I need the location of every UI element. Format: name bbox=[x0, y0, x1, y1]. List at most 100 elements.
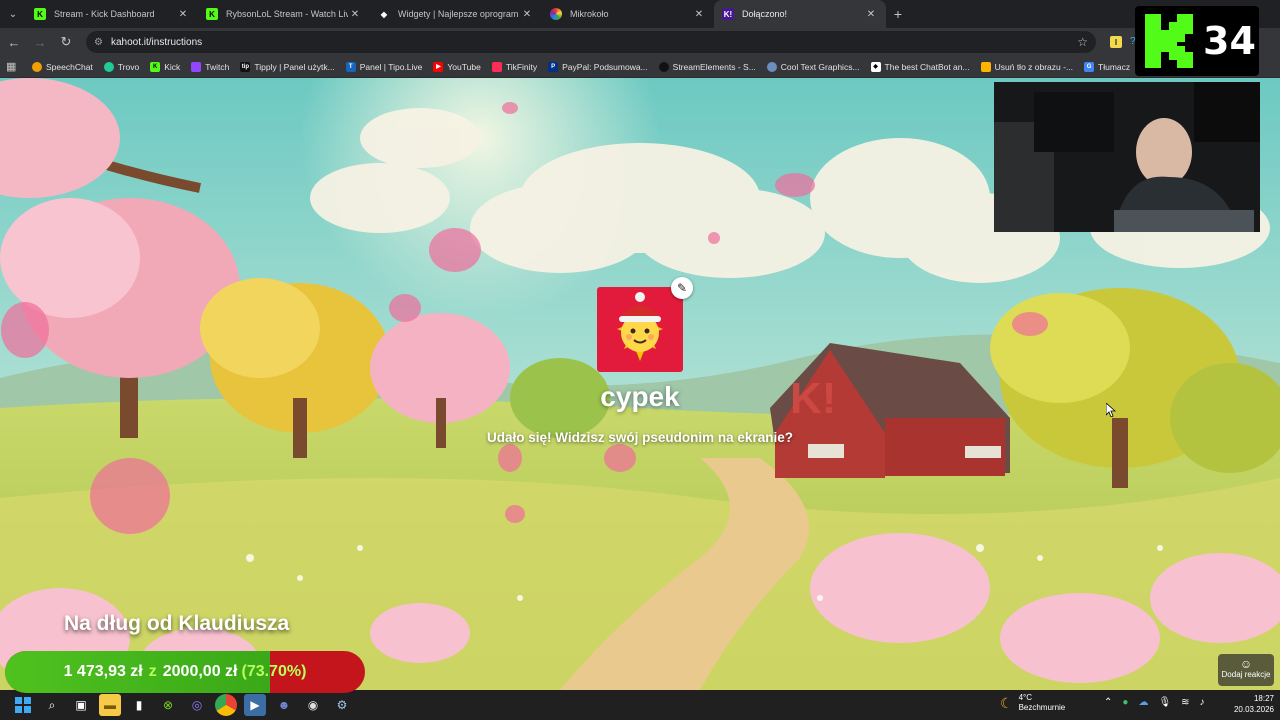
bookmark-star-icon[interactable]: ☆ bbox=[1077, 35, 1088, 49]
wheel-icon bbox=[550, 8, 562, 20]
browser-toolbar: ← → ↻ ⚙ kahoot.it/instructions ☆ l ? bbox=[0, 28, 1280, 56]
bookmark-tikfinity[interactable]: TikFinity bbox=[491, 61, 538, 72]
sun-avatar-icon bbox=[617, 292, 663, 361]
bookmark-youtube[interactable]: ▶ YouTube bbox=[433, 61, 481, 72]
apps-grid-icon[interactable]: ▦ bbox=[6, 60, 20, 74]
bookmark-kick[interactable]: K Kick bbox=[150, 61, 181, 72]
extension-icon[interactable]: l bbox=[1110, 36, 1122, 48]
bookmark-trovo[interactable]: Trovo bbox=[103, 61, 139, 72]
windows-taskbar: ⌕ ▣ ▬ ▮ ⊗ ◎ ▶ ☻ ◉ ⚙ bbox=[0, 690, 1280, 720]
bookmark-label: TikFinity bbox=[505, 61, 538, 72]
close-icon[interactable]: ✕ bbox=[176, 9, 190, 20]
bookmark-label: The best ChatBot an... bbox=[884, 61, 970, 72]
tab-rybsonlol[interactable]: K RybsonLoL Stream - Watch Live ✕ bbox=[198, 0, 370, 28]
donation-goal-bar: 1 473,93 zł z 2000,00 zł (73.70%) bbox=[5, 651, 365, 693]
weather-condition: Bezchmurnie bbox=[1018, 703, 1066, 712]
bookmark-label: Panel | Tipo.Live bbox=[359, 61, 423, 72]
weather-moon-icon: ☾ bbox=[1000, 695, 1013, 711]
donation-goal-title: Na dług od Klaudiusza bbox=[64, 612, 290, 635]
windows-start-icon[interactable] bbox=[12, 694, 34, 716]
bookmark-label: Kick bbox=[164, 61, 181, 72]
tab-title: Stream - Kick Dashboard bbox=[54, 9, 155, 19]
url-text: kahoot.it/instructions bbox=[110, 36, 203, 48]
tab-widgety[interactable]: ◆ Widgety | Najlepsze oprogram ✕ bbox=[370, 0, 542, 28]
tray-overflow-icon[interactable]: ⌃ bbox=[1104, 697, 1112, 708]
notes-icon[interactable]: ▮ bbox=[128, 694, 150, 716]
bookmarks-bar: ▦ SpeechChat Trovo K Kick Twitch tip Tippl… bbox=[0, 56, 1280, 78]
player-avatar bbox=[597, 287, 683, 372]
translate-icon: G bbox=[1084, 61, 1095, 72]
system-clock[interactable]: 18:27 20.03.2026 bbox=[1224, 693, 1274, 715]
bookmark-label: PayPal: Podsumowa... bbox=[562, 61, 648, 72]
bookmark-tipo[interactable]: T Panel | Tipo.Live bbox=[345, 61, 423, 72]
temperature: 4°C bbox=[1018, 693, 1032, 702]
removebg-icon bbox=[980, 61, 991, 72]
add-reaction-label: Dodaj reakcje bbox=[1221, 670, 1271, 679]
reaction-icon: ☺ bbox=[1239, 657, 1253, 671]
bookmark-removebg[interactable]: Usuń tło z obrazu -... bbox=[980, 61, 1074, 72]
bookmark-streamelements[interactable]: StreamElements - S... bbox=[658, 61, 756, 72]
bookmark-chatbot[interactable]: ◆ The best ChatBot an... bbox=[870, 61, 970, 72]
cooltext-icon bbox=[766, 61, 777, 72]
wifi-icon[interactable]: ≋ bbox=[1181, 697, 1189, 708]
tab-mikrokolo[interactable]: Mikrokoło ✕ bbox=[542, 0, 714, 28]
webcam-feed bbox=[994, 82, 1260, 232]
chatbot-icon: ◆ bbox=[870, 61, 881, 72]
tab-search-icon[interactable]: ⌄ bbox=[0, 1, 26, 27]
tab-kahoot[interactable]: K! Dołączono! ✕ bbox=[714, 0, 886, 28]
system-tray: ⌃ ● ☁ 🎙 ≋ ♪ bbox=[1104, 697, 1215, 708]
kick-viewer-badge: 34 bbox=[1135, 6, 1259, 76]
obs-icon[interactable]: ◉ bbox=[302, 694, 324, 716]
new-tab-button[interactable]: + bbox=[886, 6, 910, 22]
bookmark-label: Usuń tło z obrazu -... bbox=[994, 61, 1074, 72]
close-icon[interactable]: ✕ bbox=[692, 9, 706, 20]
bookmark-tlumacz[interactable]: G Tłumacz bbox=[1084, 61, 1130, 72]
tikfinity-icon bbox=[491, 61, 502, 72]
add-reaction-button[interactable]: ☺ Dodaj reakcje bbox=[1218, 654, 1274, 686]
app-icon[interactable]: ◎ bbox=[186, 694, 208, 716]
discord-icon[interactable]: ☻ bbox=[273, 694, 295, 716]
chrome-icon[interactable] bbox=[215, 694, 237, 716]
tab-kick-dashboard[interactable]: K Stream - Kick Dashboard ✕ bbox=[26, 0, 198, 28]
edit-avatar-pencil-icon[interactable]: ✎ bbox=[671, 277, 693, 299]
bookmark-label: Twitch bbox=[205, 61, 230, 72]
site-info-icon[interactable]: ⚙ bbox=[94, 37, 103, 48]
close-icon[interactable]: ✕ bbox=[864, 9, 878, 20]
bookmark-cooltext[interactable]: Cool Text Graphics... bbox=[766, 61, 860, 72]
mouse-cursor-icon bbox=[1106, 403, 1116, 417]
streamelements-icon bbox=[658, 61, 669, 72]
goal-percent: (73.70%) bbox=[241, 663, 307, 680]
bookmark-paypal[interactable]: P PayPal: Podsumowa... bbox=[548, 61, 648, 72]
back-icon[interactable]: ← bbox=[2, 30, 26, 54]
tray-app-icon[interactable]: ● bbox=[1122, 697, 1128, 708]
media-player-icon[interactable]: ▶ bbox=[244, 694, 266, 716]
close-icon[interactable]: ✕ bbox=[348, 9, 362, 20]
address-bar[interactable]: ⚙ kahoot.it/instructions ☆ bbox=[86, 31, 1096, 53]
tab-strip: ⌄ K Stream - Kick Dashboard ✕ K RybsonLo… bbox=[0, 0, 1280, 28]
clock-time: 18:27 bbox=[1253, 694, 1274, 703]
bookmark-label: Tipply | Panel użytk... bbox=[254, 61, 335, 72]
microphone-icon[interactable]: 🎙 bbox=[1158, 697, 1171, 708]
search-icon[interactable]: ⌕ bbox=[41, 694, 63, 716]
volume-icon[interactable]: ♪ bbox=[1200, 697, 1205, 708]
bookmark-icon bbox=[32, 61, 42, 72]
bookmark-tipply[interactable]: tip Tipply | Panel użytk... bbox=[240, 61, 335, 72]
bookmark-twitch[interactable]: Twitch bbox=[191, 61, 230, 72]
tray-cloud-icon[interactable]: ☁ bbox=[1138, 697, 1148, 708]
reload-icon[interactable]: ↻ bbox=[54, 30, 78, 54]
bookmark-speechchat[interactable]: SpeechChat bbox=[32, 61, 93, 72]
paypal-icon: P bbox=[548, 61, 559, 72]
webcam-overlay bbox=[994, 82, 1260, 232]
xbox-icon[interactable]: ⊗ bbox=[157, 694, 179, 716]
weather-widget[interactable]: ☾ 4°C Bezchmurnie bbox=[1000, 693, 1065, 713]
close-icon[interactable]: ✕ bbox=[520, 9, 534, 20]
steam-icon[interactable]: ⚙ bbox=[331, 694, 353, 716]
tab-title: Dołączono! bbox=[742, 9, 788, 19]
svg-text:K!: K! bbox=[790, 374, 836, 423]
tab-title: RybsonLoL Stream - Watch Live bbox=[226, 9, 348, 19]
file-explorer-icon[interactable]: ▬ bbox=[99, 694, 121, 716]
screen: ⌄ K Stream - Kick Dashboard ✕ K RybsonLo… bbox=[0, 0, 1280, 720]
task-view-icon[interactable]: ▣ bbox=[70, 694, 92, 716]
forward-icon[interactable]: → bbox=[28, 30, 52, 54]
kick-icon: K bbox=[150, 61, 161, 72]
